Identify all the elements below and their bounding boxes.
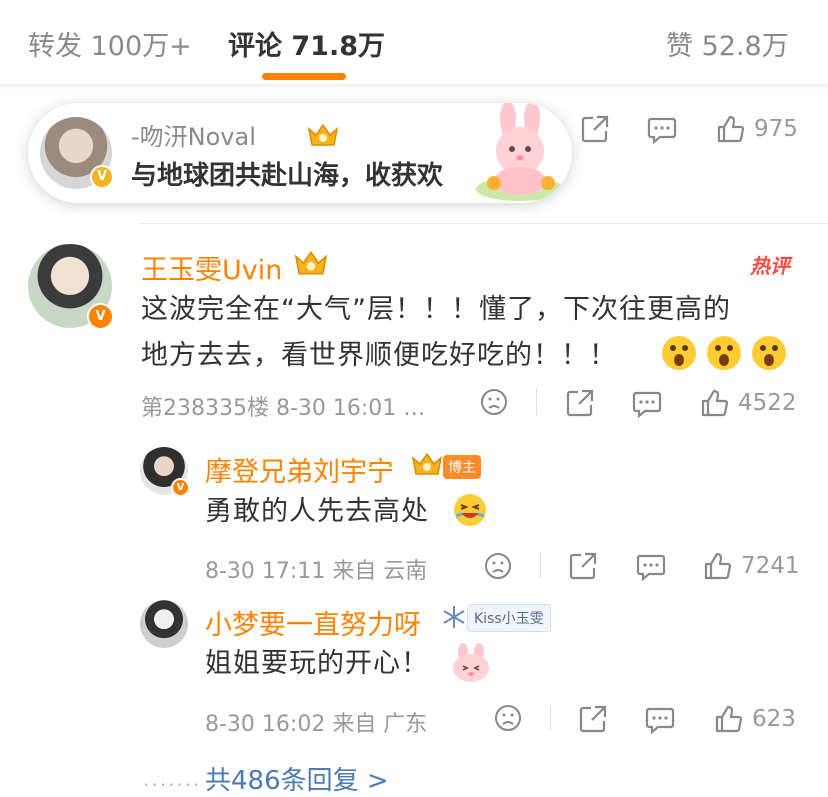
header-shadow	[0, 84, 828, 90]
like-button[interactable]: 623	[714, 704, 796, 734]
share-icon[interactable]	[565, 388, 595, 422]
like-button[interactable]: 7241	[703, 551, 800, 581]
thumbs-up-icon	[715, 705, 743, 733]
tab-comments[interactable]: 评论 71.8万	[228, 24, 385, 63]
thumbs-up-icon	[717, 115, 745, 143]
reply-username[interactable]: 摩登兄弟刘宇宁	[205, 450, 394, 489]
popup-username[interactable]: -吻汧Noval	[131, 117, 256, 152]
hot-comment-badge: 热评	[750, 254, 790, 278]
reply-text: 勇敢的人先去高处	[205, 496, 429, 527]
like-button[interactable]: 975	[716, 114, 798, 144]
crown-badge-icon	[411, 452, 443, 475]
verified-badge-icon: V	[90, 165, 114, 189]
view-more-replies-link[interactable]: 共486条回复 >	[205, 760, 389, 797]
verified-badge-icon: V	[87, 303, 114, 330]
like-count: 7241	[741, 553, 800, 579]
comment-tabs: 转发 100万+ 评论 71.8万 赞 52.8万	[0, 0, 828, 86]
share-icon[interactable]	[568, 551, 598, 585]
tab-repost[interactable]: 转发 100万+	[28, 24, 192, 63]
separator	[540, 552, 541, 578]
share-icon[interactable]	[580, 114, 610, 148]
active-tab-indicator	[262, 73, 346, 80]
laughing-emoji-icon	[454, 494, 486, 526]
thumbs-up-icon	[701, 389, 729, 417]
tab-likes[interactable]: 赞 52.8万	[666, 24, 789, 63]
comment-text-line1: 这波完全在“大气”层！！！懂了，下次往更高的	[141, 294, 731, 325]
thread-dots: ·······	[143, 773, 202, 797]
crown-badge-icon	[294, 250, 328, 275]
comment-text-line2: 地方去去，看世界顺便吃好吃的！！！	[141, 340, 617, 371]
crown-badge-icon	[307, 123, 339, 146]
popup-comment-text: 与地球团共赴山海，收获欢	[131, 161, 444, 191]
share-icon[interactable]	[578, 704, 608, 738]
bunny-emoji-icon	[453, 643, 489, 682]
author-badge: 博主	[443, 455, 481, 479]
dislike-icon[interactable]	[494, 704, 522, 736]
like-button[interactable]: 4522	[700, 388, 797, 418]
like-count: 4522	[738, 390, 797, 416]
surprised-emoji-icon	[662, 336, 786, 370]
reply-text: 姐姐要玩的开心！	[205, 648, 429, 679]
comment-meta: 第238335楼 8-30 16:01 …	[141, 396, 426, 421]
comment-username[interactable]: 王玉雯Uvin	[141, 248, 282, 287]
reply-meta: 8-30 17:11 来自 云南	[205, 559, 428, 584]
comment-icon[interactable]	[632, 390, 662, 422]
comment-icon[interactable]	[647, 116, 677, 148]
thumbs-up-icon	[704, 552, 732, 580]
divider	[140, 223, 828, 224]
verified-badge-icon: V	[171, 478, 190, 497]
comment-icon[interactable]	[636, 553, 666, 585]
bunny-sticker-icon	[476, 103, 564, 201]
separator	[536, 389, 537, 415]
fan-group-tag[interactable]: Kiss小玉雯	[467, 604, 551, 632]
reply-meta: 8-30 16:02 来自 广东	[205, 712, 428, 737]
like-count: 975	[754, 116, 798, 142]
reply-username[interactable]: 小梦要一直努力呀	[205, 603, 421, 642]
snowflake-icon	[443, 606, 465, 628]
dislike-icon[interactable]	[484, 552, 512, 584]
like-count: 623	[752, 706, 796, 732]
pinned-user-popup[interactable]: V -吻汧Noval 与地球团共赴山海，收获欢	[28, 103, 572, 203]
avatar[interactable]	[140, 600, 188, 648]
dislike-icon[interactable]	[480, 388, 508, 420]
separator	[550, 705, 551, 731]
comment-icon[interactable]	[645, 706, 675, 738]
